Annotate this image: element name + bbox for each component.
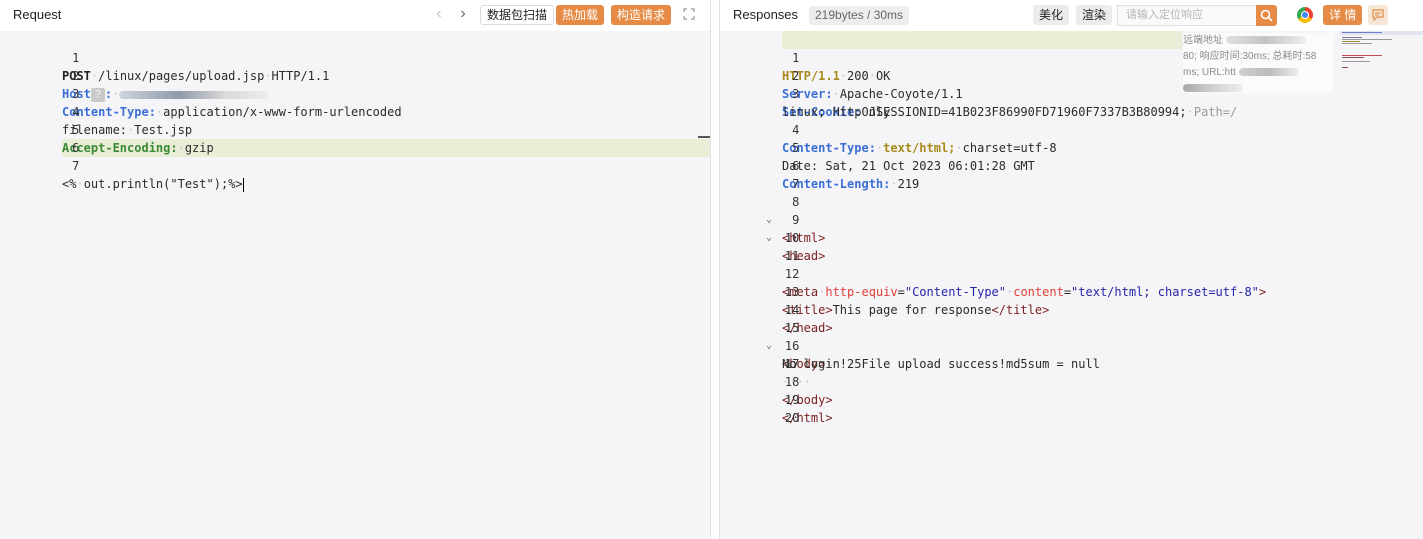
chevron-left-icon[interactable]: ‹ [431, 6, 447, 24]
response-toolbar: Responses 219bytes / 30ms 美化 渲染 请输入定位响应 … [720, 0, 1423, 31]
response-line-5: 5 Date: Sat, 21 Oct 2023 06:01:28 GMT [782, 141, 1035, 173]
scroll-marker [698, 136, 710, 138]
response-line-6: 6 Content-Length:·219 [782, 159, 920, 191]
request-line-3: 3 Content-Type:·application/x-www-form-u… [62, 87, 402, 119]
response-line-4: 4 Content-Type:·text/html;·charset=utf-8 [782, 123, 1057, 155]
beautify-button[interactable]: 美化 [1033, 5, 1070, 25]
request-line-1: 1 POST·/linux/pages/upload.jsp·HTTP/1.1 [62, 51, 330, 83]
request-toolbar: Request ‹ › 数据包扫描 热加载 构造请求 [0, 0, 710, 31]
response-line-3: 3 Set-Cookie:·JSESSIONID=41B023F86990FD7… [782, 87, 1238, 119]
response-line-8: 8 ⌄ <html> [766, 195, 826, 245]
help-icon[interactable]: ? [90, 87, 105, 102]
response-stats-badge: 219bytes / 30ms [809, 6, 910, 25]
response-line-18: 18 </body> [782, 375, 833, 407]
response-line-20: 20 [784, 411, 800, 425]
response-line-12: 12 <meta·http-equiv="Content-Type"·conte… [782, 267, 1267, 299]
search-icon [1260, 9, 1273, 22]
hot-load-button[interactable]: 热加载 [556, 5, 605, 25]
request-title: Request [13, 7, 62, 22]
build-request-button[interactable]: 构造请求 [611, 5, 672, 25]
response-line-13: 13 <title>This page for response</title> [782, 285, 1050, 317]
fullscreen-icon[interactable] [683, 8, 695, 20]
response-line-15: 15 ⌄ <body>···· [766, 321, 855, 371]
request-pane: Request ‹ › 数据包扫描 热加载 构造请求 1 POST·/linux… [0, 0, 711, 539]
response-title: Responses [733, 7, 799, 22]
first-line-highlight [782, 31, 1182, 49]
redacted-host [119, 90, 270, 99]
chrome-icon[interactable] [1297, 7, 1313, 23]
request-editor[interactable]: 1 POST·/linux/pages/upload.jsp·HTTP/1.1 … [0, 31, 710, 539]
response-editor[interactable]: 1 HTTP/1.1·200·OK 2 Server:·Apache-Coyot… [720, 31, 1423, 539]
chevron-right-icon[interactable]: › [455, 6, 471, 24]
response-line-16: 16 No login!25File upload success!md5sum… [782, 339, 1100, 371]
response-line-3-cont: linux; HttpOnly [782, 105, 891, 119]
pane-divider[interactable] [711, 0, 720, 539]
packet-scan-button[interactable]: 数据包扫描 [480, 5, 555, 25]
details-button[interactable]: 详 情 [1323, 5, 1363, 25]
response-line-2: 2 Server:·Apache-Coyote/1.1 [782, 69, 963, 101]
render-button[interactable]: 渲染 [1076, 5, 1113, 25]
response-line-7: 7 [792, 177, 800, 191]
response-line-1: 1 HTTP/1.1·200·OK [782, 51, 891, 83]
request-line-4: 4 filename:·Test.jsp [62, 105, 193, 137]
request-line-2: 2 Host?:· [0, 49, 270, 102]
code-minimap[interactable] [1340, 31, 1423, 91]
response-line-14: 14 </head> [782, 303, 833, 335]
request-line-5: 5 Accept-Encoding:·gzip [62, 123, 214, 155]
text-cursor [242, 177, 244, 192]
response-line-10: 10 [784, 231, 800, 245]
locate-response-input[interactable]: 请输入定位响应 [1117, 5, 1257, 26]
comment-icon [1372, 9, 1384, 22]
remote-info-tooltip: 远端地址 80; 响应时间:30ms; 总耗时:58 ms; URL:htt [1183, 33, 1333, 93]
comment-button[interactable] [1368, 5, 1388, 25]
response-pane: Responses 219bytes / 30ms 美化 渲染 请输入定位响应 … [720, 0, 1423, 539]
response-line-9: 9 ⌄ <head> [766, 213, 826, 263]
response-line-11: 11 [784, 249, 800, 263]
request-line-7: 7 <%·out.println("Test");%> [62, 159, 244, 192]
response-line-17: 17 ···· [782, 357, 811, 389]
request-line-6: 6 [72, 141, 80, 155]
response-line-19: 19 </html> [782, 393, 833, 425]
search-button[interactable] [1256, 5, 1277, 26]
